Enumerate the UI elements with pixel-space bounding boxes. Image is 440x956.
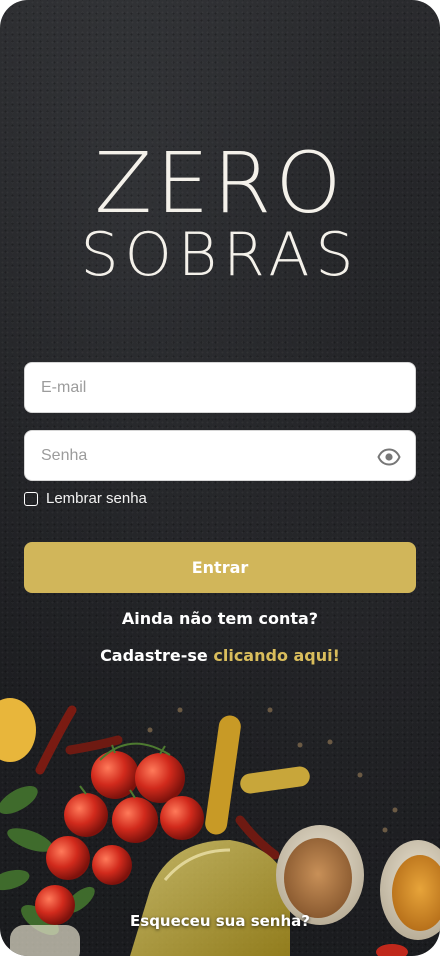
remember-label: Lembrar senha [46, 490, 147, 507]
signup-link[interactable]: clicando aqui! [213, 646, 340, 665]
signup-prefix: Cadastre-se [100, 646, 214, 665]
logo-sobras: SOBRAS [80, 220, 360, 290]
forgot-password-link[interactable]: Esqueceu sua senha? [0, 912, 440, 930]
remember-checkbox[interactable] [24, 491, 38, 506]
signup-text: Cadastre-se clicando aqui! [0, 646, 440, 665]
login-screen: ZERO SOBRAS Lembrar senha Entrar Ainda n… [0, 0, 440, 956]
login-button[interactable]: Entrar [24, 542, 416, 593]
eye-icon[interactable] [377, 445, 401, 469]
password-field-container [24, 430, 416, 481]
email-field-container [24, 362, 416, 413]
password-input[interactable] [25, 431, 415, 480]
email-input[interactable] [25, 363, 415, 412]
remember-password[interactable]: Lembrar senha [24, 490, 147, 507]
no-account-text: Ainda não tem conta? [121, 609, 319, 628]
logo-zero: ZERO [94, 134, 346, 232]
